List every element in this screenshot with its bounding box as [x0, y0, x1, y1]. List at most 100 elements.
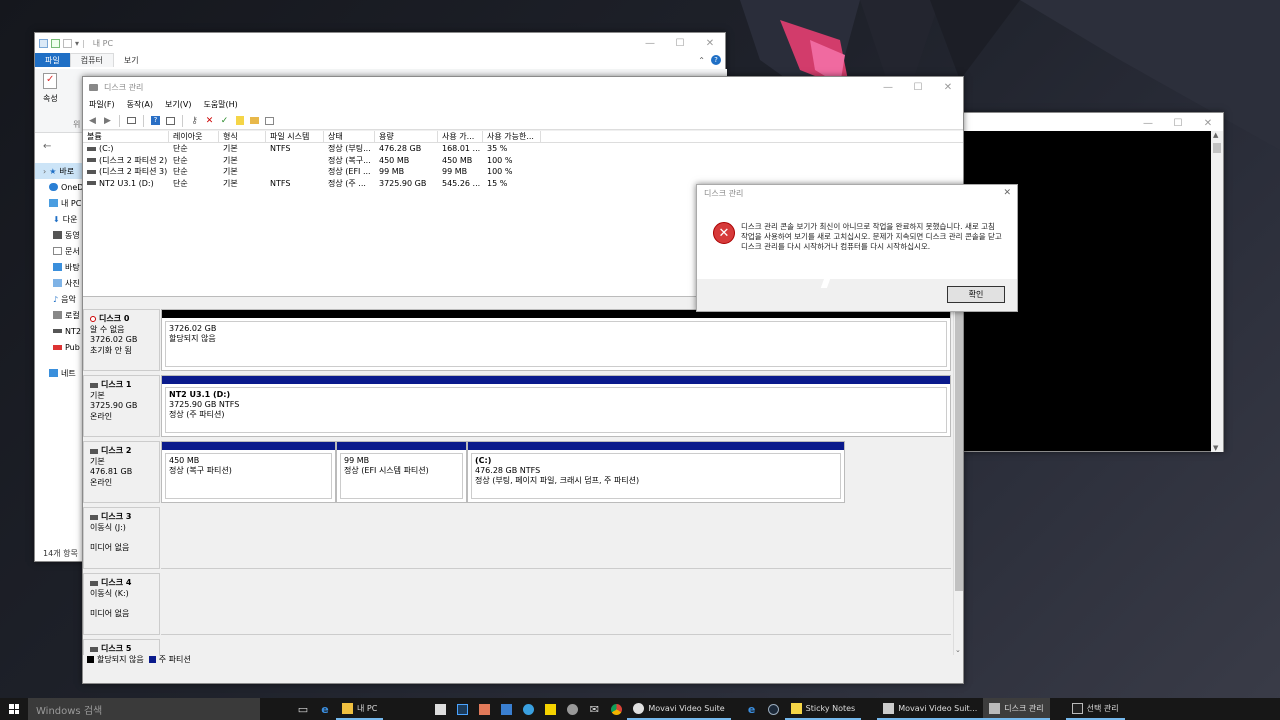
minimize-button[interactable]: — [1133, 113, 1163, 133]
col-capacity[interactable]: 용량 [375, 131, 438, 142]
partition-block[interactable]: 3726.02 GB 할당되지 않음 [161, 309, 951, 371]
disk-label[interactable]: 디스크 5이동식 (L:) [83, 639, 160, 655]
minimize-button[interactable]: — [873, 77, 903, 97]
partition-block[interactable]: (C:) 476.28 GB NTFS 정상 (부팅, 페이지 파일, 크래시 덤프… [467, 441, 845, 503]
volume-row[interactable]: (디스크 2 파티션 2) 단순 기본 정상 (복구... 450 MB 450 MB 10… [83, 155, 963, 167]
kakaotalk-icon[interactable] [539, 698, 561, 720]
connect-icon[interactable]: ⚷ [189, 115, 200, 126]
taskbar-app-this-pc[interactable]: 내 PC [336, 698, 384, 720]
steam-icon[interactable] [763, 698, 785, 720]
volume-row[interactable]: (C:) 단순 기본 NTFS 정상 (부팅... 476.28 GB 168.01 ...… [83, 143, 963, 155]
tab-file[interactable]: 파일 [35, 53, 70, 67]
explorer-titlebar[interactable]: ▾ | 내 PC [35, 33, 725, 53]
store-icon[interactable] [429, 698, 451, 720]
start-button[interactable] [0, 698, 28, 720]
disk-label[interactable]: 디스크 2 기본 476.81 GB 온라인 [83, 441, 160, 503]
check-icon[interactable] [51, 38, 60, 48]
close-button[interactable]: ✕ [1193, 113, 1223, 133]
console-titlebar[interactable]: — ☐ ✕ [963, 113, 1223, 131]
edge-icon[interactable]: e [314, 698, 336, 720]
dialog-close-button[interactable]: ✕ [1003, 188, 1011, 198]
mail-icon[interactable]: ✉ [583, 698, 605, 720]
sidebar-item-music[interactable]: ♪ 음악 [35, 291, 85, 307]
col-layout[interactable]: 레이아웃 [169, 131, 219, 142]
folder-icon[interactable] [249, 115, 260, 126]
back-arrow-icon[interactable]: ← [43, 141, 51, 152]
col-type[interactable]: 형식 [219, 131, 266, 142]
menu-help[interactable]: 도움말(H) [197, 99, 243, 110]
close-button[interactable]: ✕ [933, 77, 963, 97]
telegram-icon[interactable] [517, 698, 539, 720]
disk-row[interactable]: 디스크 4 이동식 (K:) 미디어 없음 [83, 573, 955, 635]
sidebar-item-pub[interactable]: Pub [35, 339, 85, 355]
sidebar-item-documents[interactable]: 문서 [35, 243, 85, 259]
forward-icon[interactable]: ▶ [102, 115, 113, 126]
col-free-space[interactable]: 사용 가... [438, 131, 483, 142]
tab-view[interactable]: 보기 [114, 53, 149, 67]
disk-row[interactable]: 디스크 3 이동식 (J:) 미디어 없음 [83, 507, 955, 569]
sidebar-item-desktop[interactable]: 바탕 [35, 259, 85, 275]
console-scrollbar[interactable]: ▲ ▼ [1211, 131, 1223, 452]
taskbar-app-disk-management[interactable]: 디스크 관리 [983, 698, 1050, 720]
sidebar-item-downloads[interactable]: ⬇ 다운 [35, 211, 85, 227]
col-status[interactable]: 상태 [324, 131, 375, 142]
minimize-button[interactable]: — [635, 33, 665, 53]
disk-management-window[interactable]: 디스크 관리 — ☐ ✕ 파일(F) 동작(A) 보기(V) 도움말(H) ◀ … [82, 76, 964, 684]
disk-label[interactable]: 디스크 0알 수 없음 3726.02 GB 초기화 안 됨 [83, 309, 160, 371]
checkmark-icon[interactable]: ✓ [219, 115, 230, 126]
sidebar-item-this-pc[interactable]: 내 PC [35, 195, 85, 211]
maximize-button[interactable]: ☐ [903, 77, 933, 97]
menu-file[interactable]: 파일(F) [83, 99, 121, 110]
col-volume[interactable]: 볼륨 [83, 131, 169, 142]
disk-graphical-view[interactable]: 디스크 0알 수 없음 3726.02 GB 초기화 안 됨 3726.02 GB 할당… [83, 299, 955, 655]
close-button[interactable]: ✕ [695, 33, 725, 53]
sidebar-item-local-disk[interactable]: 로컬 [35, 307, 85, 323]
app-icon[interactable] [561, 698, 583, 720]
scroll-thumb[interactable] [955, 301, 963, 591]
refresh-icon[interactable] [264, 115, 275, 126]
disk-label[interactable]: 디스크 4 이동식 (K:) 미디어 없음 [83, 573, 160, 635]
delete-icon[interactable]: ✕ [204, 115, 215, 126]
partition-block[interactable]: NT2 U3.1 (D:) 3725.90 GB NTFS 정상 (주 파티션) [161, 375, 951, 437]
taskbar-app-sticky-notes[interactable]: Sticky Notes [784, 698, 862, 720]
help-icon[interactable]: ? [711, 55, 721, 65]
volume-row[interactable]: (디스크 2 파티션 3) 단순 기본 정상 (EFI ... 99 MB 99 MB 10… [83, 166, 963, 178]
col-percent-free[interactable]: 사용 가능한... [483, 131, 541, 142]
console-tree-icon[interactable] [126, 115, 137, 126]
task-view-icon[interactable]: ▭ [292, 698, 314, 720]
col-filesystem[interactable]: 파일 시스템 [266, 131, 324, 142]
sidebar-item-network[interactable]: 네트 [35, 365, 85, 381]
disk-row[interactable]: 디스크 2 기본 476.81 GB 온라인 450 MB 정상 (복구 파티션) 99 M… [83, 441, 955, 503]
disk-row[interactable]: 디스크 5이동식 (L:) [83, 639, 955, 655]
error-dialog[interactable]: 디스크 관리 ✕ ✕ 디스크 관리 콘솔 보기가 최신이 아니므로 작업을 완료… [696, 184, 1018, 312]
chevron-up-icon[interactable]: ⌃ [698, 56, 705, 65]
properties-icon[interactable] [165, 115, 176, 126]
sidebar-item-nt2[interactable]: NT2 [35, 323, 85, 339]
blank-doc-icon[interactable] [63, 38, 72, 48]
chrome-icon[interactable] [605, 698, 627, 720]
maximize-button[interactable]: ☐ [1163, 113, 1193, 133]
help-icon[interactable]: ? [150, 115, 161, 126]
sidebar-item-quick-access[interactable]: › ★ 바로 [35, 163, 85, 179]
disk-label[interactable]: 디스크 3 이동식 (J:) 미디어 없음 [83, 507, 160, 569]
disk-view-scrollbar[interactable]: ⌄ [953, 299, 963, 655]
sidebar-item-onedrive[interactable]: OneD [35, 179, 85, 195]
diskmgmt-titlebar[interactable]: 디스크 관리 [83, 77, 963, 97]
disk-label[interactable]: 디스크 1 기본 3725.90 GB 온라인 [83, 375, 160, 437]
ok-button[interactable]: 확인 [947, 286, 1005, 303]
disk-row[interactable]: 디스크 1 기본 3725.90 GB 온라인 NT2 U3.1 (D:) 3725.90… [83, 375, 955, 437]
partition-block[interactable]: 450 MB 정상 (복구 파티션) [161, 441, 336, 503]
taskbar-app-movavi[interactable]: Movavi Video Suite [627, 698, 731, 720]
taskbar-search[interactable]: Windows 검색 [28, 698, 260, 720]
paint-icon[interactable] [473, 698, 495, 720]
sidebar-item-pictures[interactable]: 사진 [35, 275, 85, 291]
menu-view[interactable]: 보기(V) [159, 99, 197, 110]
tab-computer[interactable]: 컴퓨터 [69, 53, 114, 67]
partition-block[interactable]: 99 MB 정상 (EFI 시스템 파티션) [336, 441, 467, 503]
properties-icon[interactable]: ✓ [43, 73, 57, 89]
maximize-button[interactable]: ☐ [665, 33, 695, 53]
taskbar-app-movavi-2[interactable]: Movavi Video Suit... [877, 698, 984, 720]
camera-icon[interactable] [495, 698, 517, 720]
back-icon[interactable]: ◀ [87, 115, 98, 126]
sidebar-item-videos[interactable]: 동영 [35, 227, 85, 243]
